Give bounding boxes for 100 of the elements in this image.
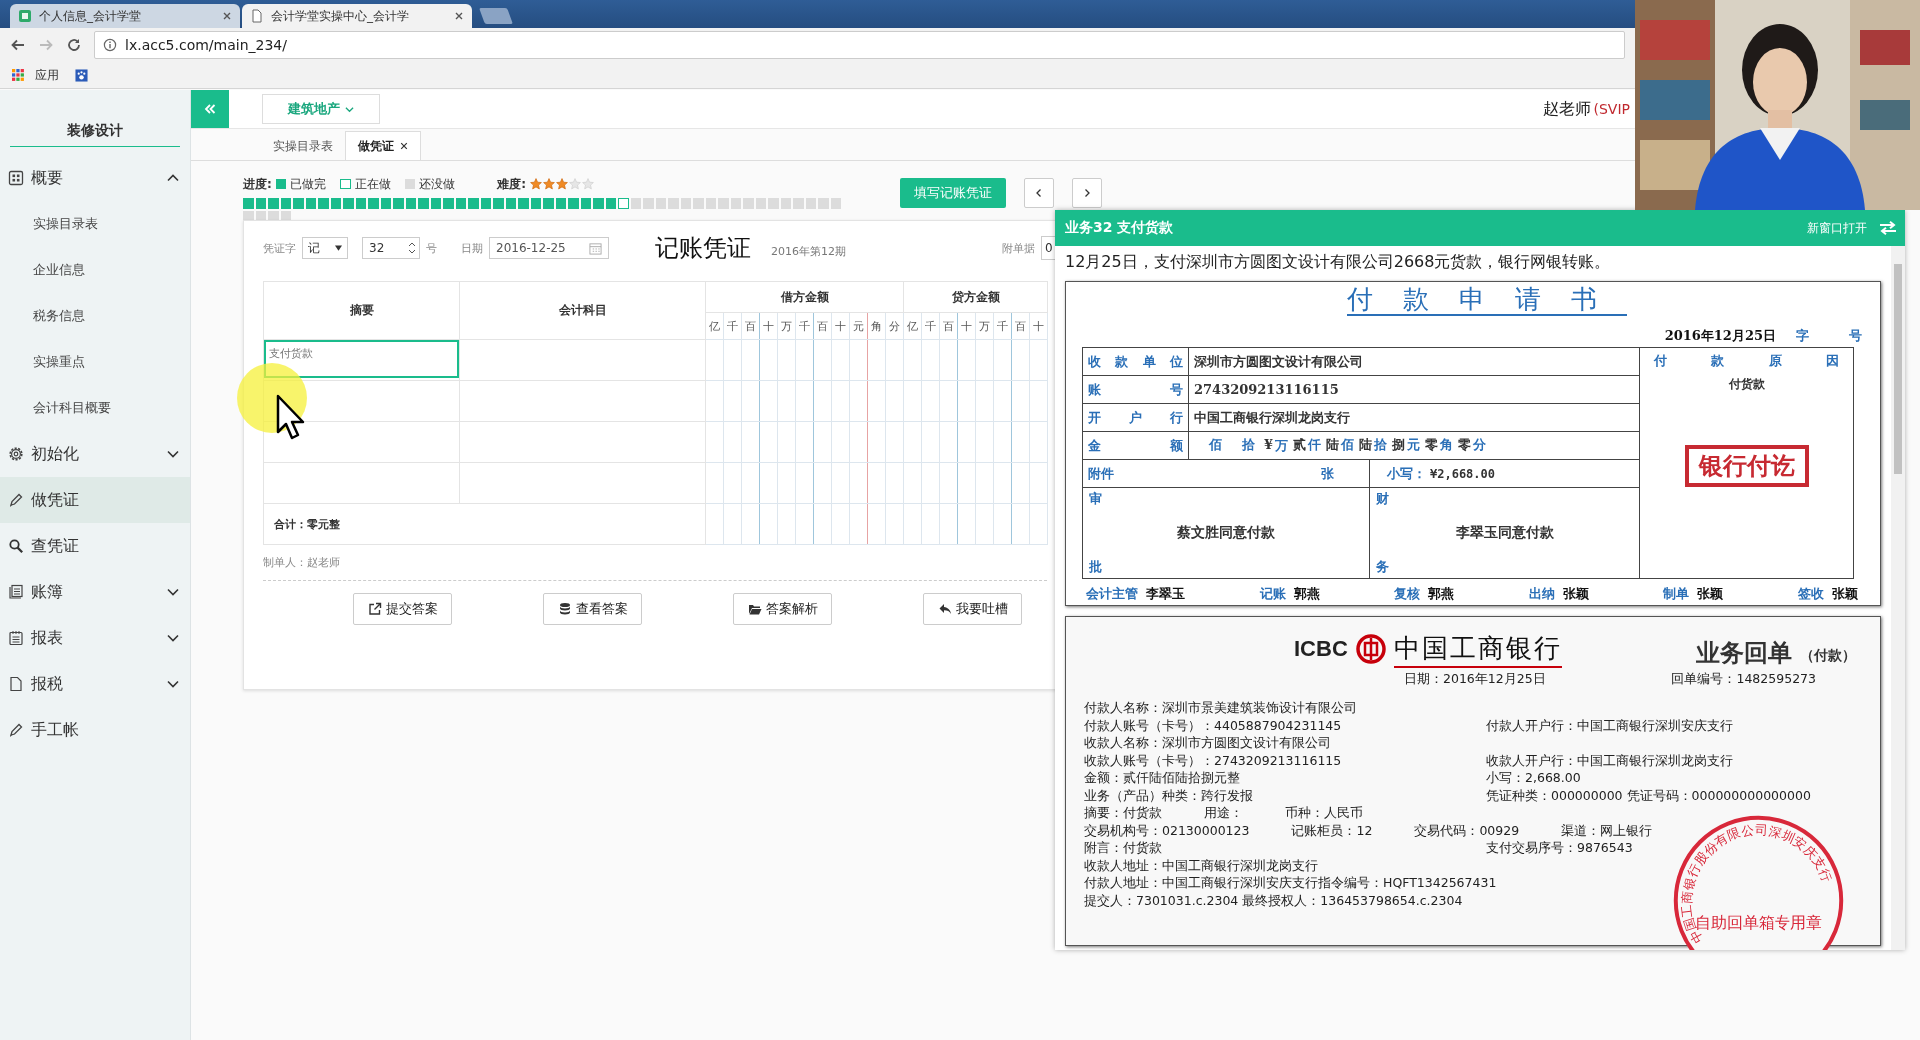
progress-cell[interactable]: [593, 198, 604, 209]
feedback-button[interactable]: 我要吐槽: [923, 593, 1022, 625]
progress-cell[interactable]: [743, 198, 754, 209]
folder-icon: [747, 602, 762, 616]
progress-cell[interactable]: [418, 198, 429, 209]
calendar-icon[interactable]: [589, 241, 602, 255]
sidebar-subitem[interactable]: 实操目录表: [0, 201, 190, 247]
address-field[interactable]: lx.acc5.com/main_234/: [94, 31, 1625, 59]
progress-cell[interactable]: [730, 198, 741, 209]
progress-cell[interactable]: [430, 198, 441, 209]
progress-cell[interactable]: [280, 198, 291, 209]
progress-cell[interactable]: [243, 210, 254, 221]
close-icon[interactable]: [400, 142, 408, 150]
apps-icon[interactable]: [12, 68, 25, 82]
receipt-number: 回单编号：1482595273: [1671, 671, 1816, 688]
bookmark-link[interactable]: 应用: [35, 66, 59, 84]
browser-tab[interactable]: 会计学堂实操中心_会计学: [242, 4, 472, 28]
progress-cell[interactable]: [493, 198, 504, 209]
progress-cell[interactable]: [818, 198, 829, 209]
answer-analysis-button[interactable]: 答案解析: [733, 593, 832, 625]
sidebar-subitem[interactable]: 企业信息: [0, 247, 190, 293]
progress-cell[interactable]: [805, 198, 816, 209]
close-icon[interactable]: [454, 11, 464, 21]
spinner-arrows-icon[interactable]: [408, 240, 416, 256]
progress-cell[interactable]: [268, 198, 279, 209]
progress-cell[interactable]: [530, 198, 541, 209]
voucher-type-select[interactable]: 记: [302, 237, 348, 259]
progress-cell[interactable]: [643, 198, 654, 209]
progress-cell[interactable]: [293, 198, 304, 209]
progress-cell[interactable]: [755, 198, 766, 209]
view-answer-button[interactable]: 查看答案: [543, 593, 642, 625]
sidebar-item[interactable]: 账簿: [0, 569, 190, 615]
progress-cell[interactable]: [330, 198, 341, 209]
progress-cell[interactable]: [380, 198, 391, 209]
progress-cell[interactable]: [518, 198, 529, 209]
progress-cell[interactable]: [480, 198, 491, 209]
progress-cell[interactable]: [630, 198, 641, 209]
scrollbar[interactable]: [1891, 246, 1905, 950]
receipt-field: 币种：人民币: [1285, 805, 1363, 823]
sidebar-subitem[interactable]: 税务信息: [0, 293, 190, 339]
sidebar-item[interactable]: 报表: [0, 615, 190, 661]
progress-cell[interactable]: [568, 198, 579, 209]
progress-cell[interactable]: [355, 198, 366, 209]
forward-icon[interactable]: [38, 37, 54, 53]
progress-cell[interactable]: [680, 198, 691, 209]
back-icon[interactable]: [10, 37, 26, 53]
page-tab[interactable]: 实操目录表: [261, 132, 345, 160]
new-tab-button[interactable]: [479, 8, 513, 24]
progress-cell[interactable]: [718, 198, 729, 209]
progress-cell[interactable]: [605, 198, 616, 209]
sidebar-item[interactable]: 查凭证: [0, 523, 190, 569]
progress-cell[interactable]: [668, 198, 679, 209]
bank-logo-text: ICBC: [1294, 636, 1348, 662]
sidebar-item[interactable]: 报税: [0, 661, 190, 707]
progress-cell[interactable]: [693, 198, 704, 209]
submit-answer-button[interactable]: 提交答案: [353, 593, 452, 625]
sidebar-subitem[interactable]: 会计科目概要: [0, 385, 190, 431]
sidebar-subitem[interactable]: 实操重点: [0, 339, 190, 385]
voucher-number-field[interactable]: 32: [362, 237, 420, 259]
previous-button[interactable]: [1024, 178, 1054, 208]
sidebar-item[interactable]: 概要: [0, 155, 190, 201]
progress-cell[interactable]: [580, 198, 591, 209]
field-label: 张: [1321, 464, 1334, 483]
progress-cell[interactable]: [768, 198, 779, 209]
collapse-button[interactable]: [191, 90, 229, 128]
progress-cell[interactable]: [268, 210, 279, 221]
page-tab[interactable]: 做凭证: [345, 131, 421, 160]
sidebar-item[interactable]: 初始化: [0, 431, 190, 477]
progress-cell[interactable]: [618, 198, 629, 209]
progress-cell[interactable]: [505, 198, 516, 209]
progress-cell[interactable]: [468, 198, 479, 209]
progress-cell[interactable]: [343, 198, 354, 209]
progress-cell[interactable]: [255, 198, 266, 209]
progress-cell[interactable]: [705, 198, 716, 209]
close-icon[interactable]: [222, 11, 232, 21]
progress-cell[interactable]: [655, 198, 666, 209]
progress-cell[interactable]: [405, 198, 416, 209]
summary-input[interactable]: 支付货款: [264, 340, 459, 378]
progress-cell[interactable]: [455, 198, 466, 209]
browser-tab[interactable]: 个人信息_会计学堂: [10, 4, 240, 28]
progress-cell[interactable]: [243, 198, 254, 209]
progress-cell[interactable]: [555, 198, 566, 209]
reload-icon[interactable]: [66, 37, 82, 53]
progress-cell[interactable]: [368, 198, 379, 209]
progress-cell[interactable]: [543, 198, 554, 209]
next-button[interactable]: [1072, 178, 1102, 208]
progress-cell[interactable]: [318, 198, 329, 209]
progress-cell[interactable]: [393, 198, 404, 209]
info-icon[interactable]: [103, 38, 117, 52]
progress-cell[interactable]: [830, 198, 841, 209]
progress-cell[interactable]: [780, 198, 791, 209]
paw-icon[interactable]: [75, 68, 88, 82]
swap-icon[interactable]: [1879, 221, 1897, 235]
field-label: 日期: [461, 240, 483, 256]
sidebar-item[interactable]: 手工帐: [0, 707, 190, 753]
sidebar-item[interactable]: 做凭证: [0, 477, 190, 523]
progress-cell[interactable]: [443, 198, 454, 209]
progress-cell[interactable]: [793, 198, 804, 209]
date-field[interactable]: 2016-12-25: [489, 237, 609, 259]
progress-cell[interactable]: [305, 198, 316, 209]
